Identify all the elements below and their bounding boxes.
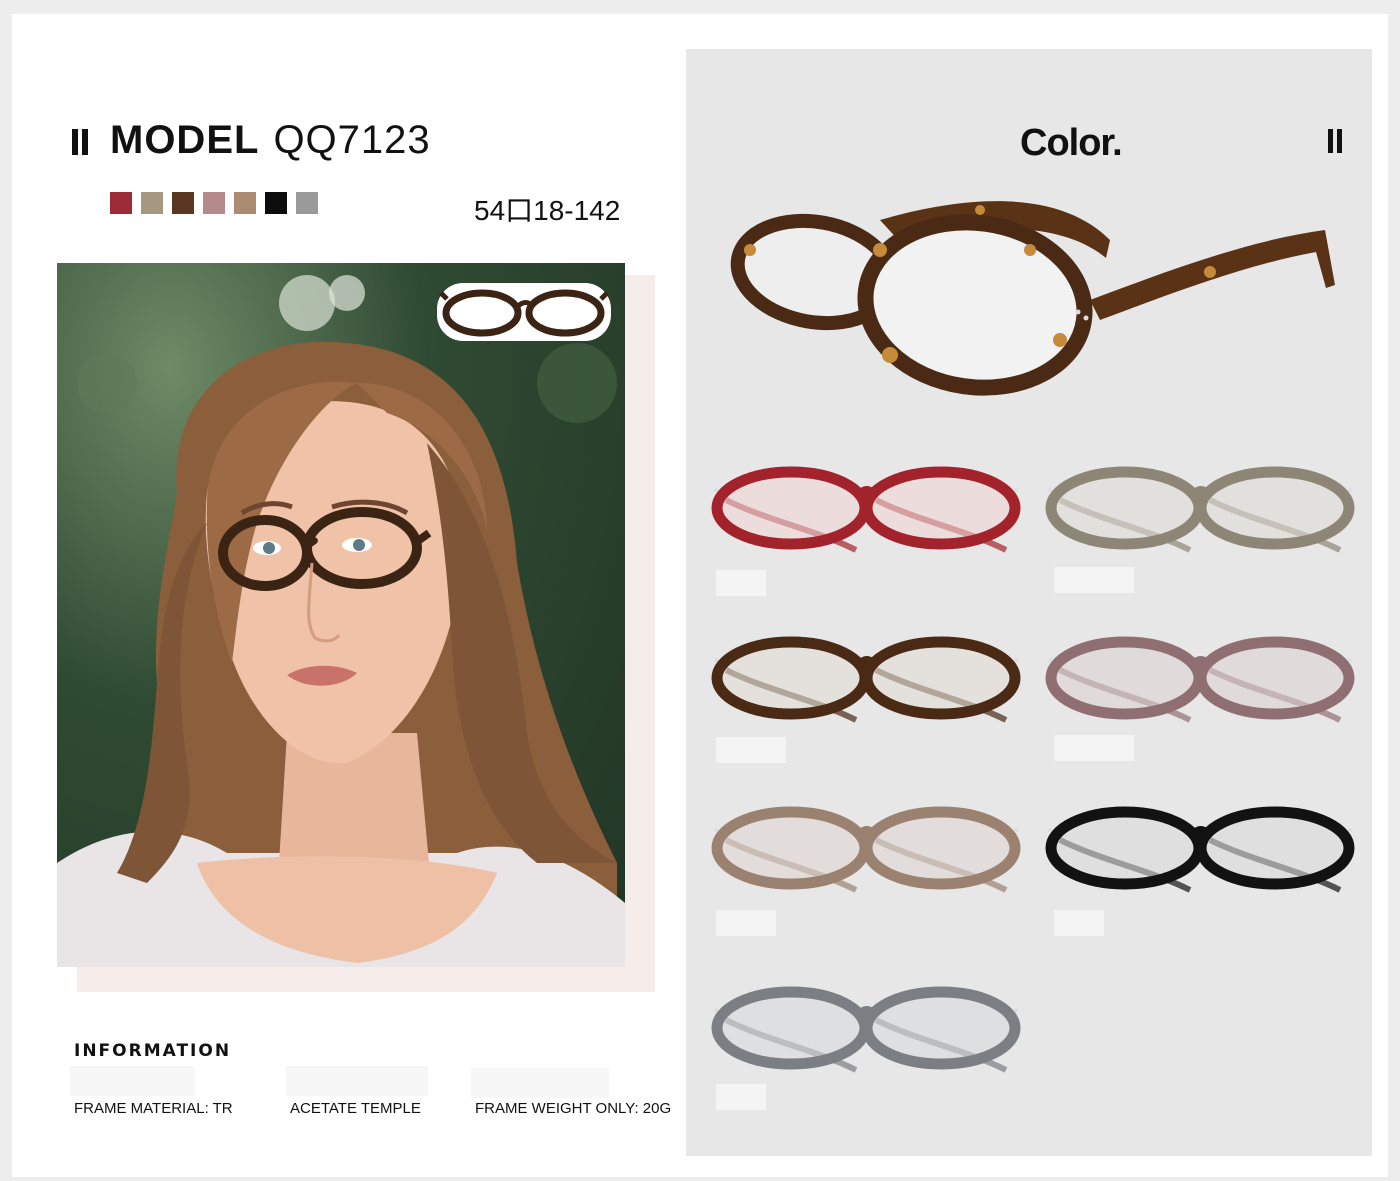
info-weight: FRAME WEIGHT ONLY: 20G [475, 1100, 672, 1117]
model-photo [57, 263, 625, 967]
swatch-olive-grey [141, 192, 163, 214]
title-bar-icon [72, 129, 92, 155]
information-heading: INFORMATION [74, 1041, 232, 1061]
variant-label-placeholder [716, 910, 776, 936]
model-photo-illustration [57, 275, 625, 967]
info-frame-material: FRAME MATERIAL: TR [74, 1100, 233, 1117]
variant-label-placeholder [1054, 567, 1134, 593]
swatch-tortoise [172, 192, 194, 214]
variant-glasses-tortoise [711, 636, 1021, 723]
variant-label-placeholder [716, 570, 766, 596]
variant-glasses-olive-grey [1045, 466, 1355, 553]
info-temple: ACETATE TEMPLE [290, 1100, 421, 1117]
variant-glasses-black [1045, 806, 1355, 893]
variant-glasses-grey [711, 986, 1021, 1073]
color-title: Color. [1020, 122, 1123, 164]
swatch-red [110, 192, 132, 214]
swatch-grey [296, 192, 318, 214]
info-placeholder [471, 1068, 609, 1098]
variant-label-placeholder [716, 1084, 766, 1110]
info-placeholder [70, 1066, 195, 1096]
info-placeholder [286, 1066, 428, 1096]
size-spec: 54口18-142 [474, 195, 621, 226]
swatch-pink [203, 192, 225, 214]
swatch-black [265, 192, 287, 214]
variant-label-placeholder [716, 737, 786, 763]
glasses-inset-badge [437, 283, 611, 341]
swatch-brown [234, 192, 256, 214]
hero-glasses-image [730, 201, 1335, 396]
variant-glasses-red [711, 466, 1021, 553]
model-label: MODEL [110, 118, 260, 162]
model-number: QQ7123 [273, 118, 431, 162]
variant-glasses-pink [1045, 636, 1355, 723]
color-swatches [110, 192, 318, 214]
variant-label-placeholder [1054, 735, 1134, 761]
variant-label-placeholder [1054, 910, 1104, 936]
title-bar-icon [1328, 129, 1344, 153]
variant-glasses-brown [711, 806, 1021, 893]
model-title: MODEL QQ7123 [110, 118, 431, 163]
